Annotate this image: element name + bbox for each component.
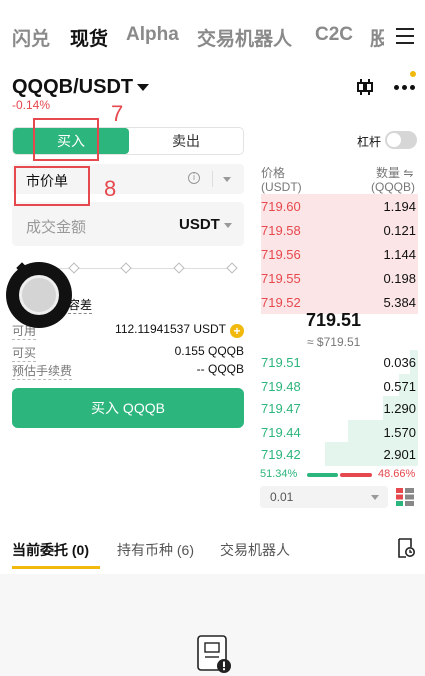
- leverage-label: 杠杆: [357, 135, 382, 149]
- can-buy-value: 0.155 QQQB: [174, 344, 244, 358]
- info-icon[interactable]: i: [188, 172, 200, 184]
- pair-symbol[interactable]: QQQB/USDT: [12, 76, 133, 99]
- bid-row[interactable]: 719.42 2.901: [258, 442, 418, 466]
- annotation-number: 8: [104, 176, 117, 201]
- sell-ratio: 48.66%: [378, 468, 416, 480]
- ask-quantity: 0.198: [383, 271, 416, 286]
- annotation-box: [14, 166, 90, 206]
- bid-quantity: 2.901: [383, 447, 416, 462]
- price-unit: (USDT): [261, 180, 302, 194]
- divider: [212, 171, 213, 187]
- orderbook-layout-icon[interactable]: [396, 488, 414, 506]
- slider-stop-50[interactable]: [120, 262, 132, 274]
- floating-assistive-button[interactable]: [6, 262, 72, 328]
- last-price: 719.51: [306, 310, 362, 330]
- quantity-unit: (QQQB): [371, 180, 415, 194]
- bid-price: 719.44: [261, 425, 301, 440]
- price-change: -0.14%: [12, 98, 51, 112]
- nav-tab-trading-bot[interactable]: 交易机器人: [197, 24, 292, 51]
- nav-tab-alpha[interactable]: Alpha: [126, 24, 179, 46]
- buy-ratio-bar: [307, 473, 338, 477]
- ask-quantity: 5.384: [383, 295, 416, 310]
- bid-row[interactable]: 719.51 0.036: [258, 350, 418, 374]
- bid-price: 719.48: [261, 379, 301, 394]
- price-header: 价格: [261, 166, 286, 180]
- plus-circle-icon[interactable]: +: [230, 324, 244, 338]
- ask-row[interactable]: 719.60 1.194: [258, 194, 418, 218]
- amount-placeholder: 成交金额: [26, 219, 87, 236]
- tab-holdings[interactable]: 持有币种 (6): [117, 540, 194, 560]
- precision-value: 0.01: [270, 490, 294, 504]
- nav-tab-stocks[interactable]: 股: [370, 24, 384, 51]
- ask-price: 719.56: [261, 247, 301, 262]
- tab-open-orders[interactable]: 当前委托 (0): [12, 540, 89, 560]
- caret-down-icon: [371, 495, 379, 500]
- bid-quantity: 0.036: [383, 355, 416, 370]
- tab-trading-bots[interactable]: 交易机器人: [220, 540, 290, 560]
- nav-tab-spot[interactable]: 现货: [70, 24, 108, 51]
- caret-down-icon: [224, 223, 232, 228]
- bid-row[interactable]: 719.44 1.570: [258, 420, 418, 444]
- ask-price: 719.52: [261, 295, 301, 310]
- bid-price: 719.51: [261, 355, 301, 370]
- notification-dot: [410, 71, 416, 77]
- sell-tab[interactable]: 卖出: [129, 128, 243, 154]
- buy-submit-button[interactable]: 买入 QQQB: [12, 388, 244, 428]
- ask-price: 719.60: [261, 199, 301, 214]
- toggle-knob: [387, 133, 401, 147]
- bid-price: 719.47: [261, 401, 301, 416]
- nav-tab-swap[interactable]: 闪兑: [12, 24, 50, 51]
- caret-down-icon: [223, 177, 231, 182]
- bid-quantity: 0.571: [383, 379, 416, 394]
- hamburger-menu-icon[interactable]: [396, 28, 414, 44]
- slider-stop-75[interactable]: [173, 262, 185, 274]
- sell-ratio-bar: [340, 473, 372, 477]
- slider-stop-25[interactable]: [68, 262, 80, 274]
- ask-price: 719.55: [261, 271, 301, 286]
- ask-quantity: 1.194: [383, 199, 416, 214]
- can-buy-label: 可买: [12, 346, 37, 362]
- amount-unit-select[interactable]: USDT: [179, 216, 220, 233]
- bid-row[interactable]: 719.47 1.290: [258, 396, 418, 420]
- fee-label: 预估手续费: [12, 364, 73, 380]
- chevron-down-icon[interactable]: [137, 84, 149, 91]
- more-dots-icon[interactable]: [394, 85, 418, 91]
- fee-value: -- QQQB: [196, 362, 244, 376]
- available-value: 112.11941537 USDT: [115, 322, 226, 336]
- buy-ratio: 51.34%: [260, 468, 298, 480]
- annotation-number: 7: [111, 101, 124, 126]
- precision-select[interactable]: 0.01: [260, 486, 388, 508]
- annotation-box: [33, 118, 99, 161]
- top-nav: 闪兑 现货 Alpha 交易机器人 C2C 股: [0, 0, 425, 72]
- ask-row[interactable]: 719.58 0.121: [258, 218, 418, 242]
- ask-price: 719.58: [261, 223, 301, 238]
- quantity-header[interactable]: 数量 ⇋: [376, 164, 413, 181]
- ask-quantity: 0.121: [383, 223, 416, 238]
- nav-tab-c2c[interactable]: C2C: [315, 24, 353, 46]
- candlestick-icon[interactable]: [355, 77, 375, 97]
- bid-price: 719.42: [261, 447, 301, 462]
- active-tab-indicator: [12, 566, 100, 569]
- slider-stop-100[interactable]: [226, 262, 238, 274]
- ask-row[interactable]: 719.55 0.198: [258, 266, 418, 290]
- bid-quantity: 1.290: [383, 401, 416, 416]
- amount-input[interactable]: 成交金额 USDT: [12, 202, 244, 246]
- bid-quantity: 1.570: [383, 425, 416, 440]
- empty-state-icon: [197, 635, 231, 673]
- ask-quantity: 1.144: [383, 247, 416, 262]
- order-history-icon[interactable]: [397, 538, 415, 558]
- ask-row[interactable]: 719.56 1.144: [258, 242, 418, 266]
- bid-row[interactable]: 719.48 0.571: [258, 374, 418, 398]
- last-price-usd: ≈ $719.51: [307, 335, 361, 349]
- leverage-toggle[interactable]: [385, 131, 417, 149]
